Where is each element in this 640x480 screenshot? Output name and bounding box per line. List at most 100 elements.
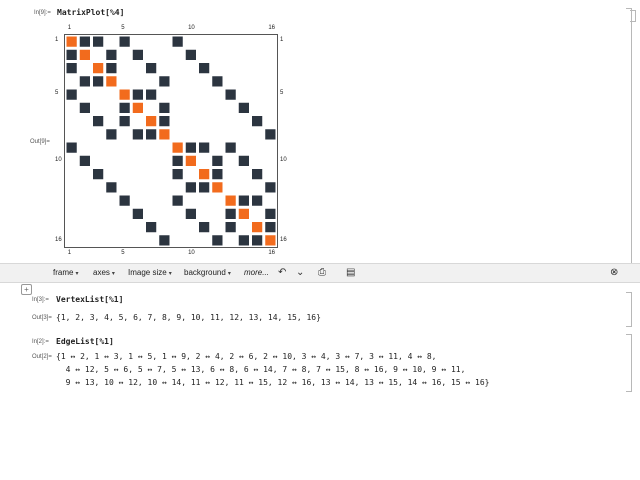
edge-cell: [185, 49, 196, 60]
edge-cell: [199, 182, 210, 193]
background-menu[interactable]: background ▾: [184, 268, 231, 277]
edge-cell: [238, 235, 249, 246]
edge-cell: [79, 36, 90, 47]
diagonal-cell: [252, 222, 263, 233]
tick-label: 5: [121, 25, 125, 31]
edge-cell: [212, 169, 223, 180]
edge-cell: [265, 182, 276, 193]
tick-label: 16: [268, 250, 275, 256]
edge-cell: [146, 89, 157, 100]
diagonal-cell: [159, 129, 170, 140]
edge-cell: [172, 169, 183, 180]
tick-label: 10: [188, 25, 195, 31]
edge-cell: [199, 63, 210, 74]
edge-cell: [66, 142, 77, 153]
cell-bracket-input[interactable]: [630, 10, 636, 22]
more-button[interactable]: more...: [244, 268, 269, 277]
chevron-down-icon: ▾: [111, 271, 115, 277]
tick-label: 16: [55, 237, 62, 244]
cell-bracket[interactable]: [626, 8, 632, 264]
cell-bracket[interactable]: [626, 334, 632, 392]
dropdown-circle-icon[interactable]: ⌄: [296, 267, 304, 278]
edge-cell: [159, 235, 170, 246]
edge-cell: [93, 116, 104, 127]
diagonal-cell: [79, 49, 90, 60]
image-size-label: Image size: [128, 268, 167, 277]
edge-cell: [265, 129, 276, 140]
edge-cell: [252, 116, 263, 127]
tick-label: 5: [55, 90, 59, 97]
edge-cell: [119, 36, 130, 47]
tick-label: 1: [67, 250, 72, 256]
axes-menu[interactable]: axes ▾: [93, 268, 115, 277]
background-label: background: [184, 268, 226, 277]
edge-cell: [225, 89, 236, 100]
vertexlist-output: {1, 2, 3, 4, 5, 6, 7, 8, 9, 10, 11, 12, …: [56, 313, 321, 322]
edgelist-output-line: {1 ↔ 2, 1 ↔ 3, 1 ↔ 5, 1 ↔ 9, 2 ↔ 4, 2 ↔ …: [56, 352, 437, 361]
edge-cell: [212, 155, 223, 166]
tick-label: 10: [280, 157, 287, 164]
edgelist-output-line: 4 ↔ 12, 5 ↔ 6, 5 ↔ 7, 5 ↔ 13, 6 ↔ 8, 6 ↔…: [56, 365, 466, 374]
output-label: Out[2]=: [32, 354, 52, 360]
comment-icon[interactable]: ▤: [346, 267, 355, 278]
diagonal-cell: [66, 36, 77, 47]
edge-cell: [225, 222, 236, 233]
graphics-toolbar: frame ▾ axes ▾ Image size ▾ background ▾ mor…: [0, 263, 640, 283]
edge-cell: [119, 102, 130, 113]
diagonal-cell: [172, 142, 183, 153]
frame-label: frame: [53, 268, 74, 277]
edge-cell: [146, 222, 157, 233]
diagonal-cell: [93, 63, 104, 74]
edge-cell: [66, 49, 77, 60]
input-label: In[2]:=: [32, 339, 49, 345]
diagonal-cell: [146, 116, 157, 127]
edge-cell: [238, 155, 249, 166]
edge-cell: [66, 89, 77, 100]
tick-label: 16: [268, 25, 275, 31]
tick-label: 1: [280, 36, 284, 43]
edgelist-input[interactable]: EdgeList[%1]: [56, 337, 114, 346]
edge-cell: [185, 182, 196, 193]
edge-cell: [79, 76, 90, 87]
print-icon[interactable]: ⎙: [318, 267, 326, 278]
input-label: In[3]:=: [32, 297, 49, 303]
chevron-down-icon: ▾: [168, 271, 172, 277]
tick-label: 5: [121, 250, 125, 256]
tick-label: 5: [280, 90, 284, 97]
edge-cell: [93, 76, 104, 87]
edge-cell: [199, 222, 210, 233]
edge-cell: [225, 208, 236, 219]
edge-cell: [106, 49, 117, 60]
diagonal-cell: [119, 89, 130, 100]
frame-menu[interactable]: frame ▾: [53, 268, 78, 277]
diagonal-cell: [225, 195, 236, 206]
chevron-down-icon: ▾: [75, 271, 79, 277]
tick-label: 1: [55, 36, 59, 43]
edge-cell: [185, 142, 196, 153]
diagonal-cell: [265, 235, 276, 246]
edge-cell: [172, 36, 183, 47]
edge-cell: [132, 129, 143, 140]
edge-cell: [238, 195, 249, 206]
image-size-menu[interactable]: Image size ▾: [128, 268, 172, 277]
matrixplot-input[interactable]: MatrixPlot[%4]: [57, 8, 124, 17]
edge-cell: [79, 102, 90, 113]
edge-cell: [132, 49, 143, 60]
diagonal-cell: [212, 182, 223, 193]
edge-cell: [252, 235, 263, 246]
edgelist-output-line: 9 ↔ 13, 10 ↔ 12, 10 ↔ 14, 11 ↔ 12, 11 ↔ …: [56, 378, 490, 387]
cell-bracket[interactable]: [626, 292, 632, 327]
edge-cell: [159, 76, 170, 87]
close-icon[interactable]: ⊗: [610, 267, 618, 278]
edge-cell: [79, 155, 90, 166]
edge-cell: [252, 195, 263, 206]
chevron-down-icon: ▾: [227, 271, 231, 277]
edge-cell: [265, 222, 276, 233]
edge-cell: [185, 208, 196, 219]
add-cell-icon[interactable]: +: [21, 284, 32, 295]
undo-icon[interactable]: ↶: [278, 267, 286, 278]
matrix-plot[interactable]: [64, 34, 278, 248]
vertexlist-input[interactable]: VertexList[%1]: [56, 295, 123, 304]
edge-cell: [159, 102, 170, 113]
edge-cell: [146, 129, 157, 140]
